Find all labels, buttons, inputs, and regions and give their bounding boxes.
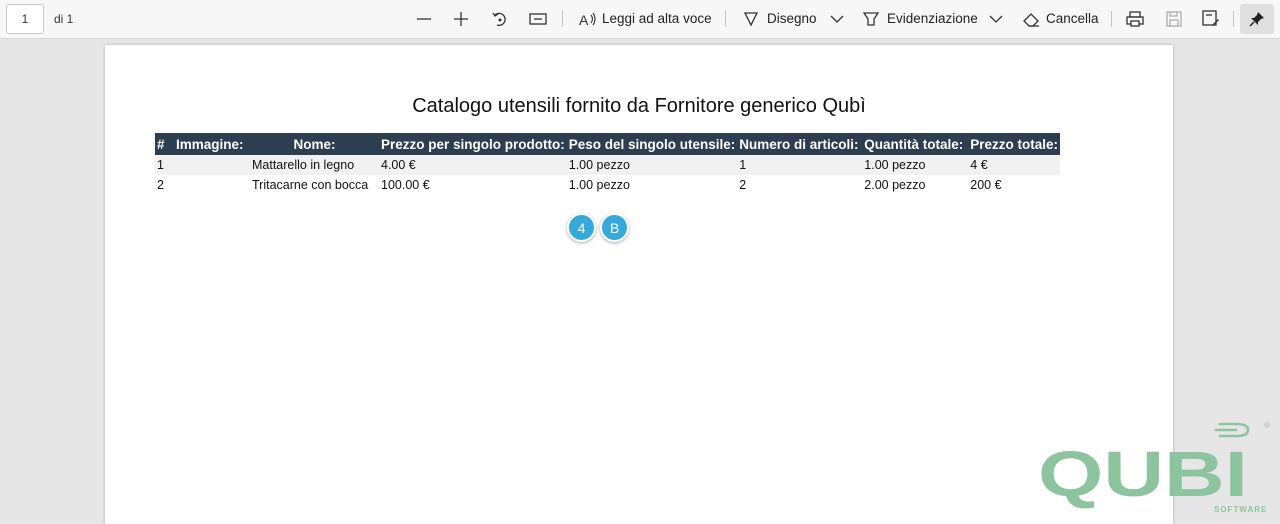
save-as-icon[interactable] bbox=[1200, 8, 1222, 30]
save-icon[interactable] bbox=[1163, 8, 1185, 30]
zoom-in-icon[interactable] bbox=[450, 8, 472, 30]
toolbar-divider bbox=[1111, 11, 1112, 27]
table-cell: 100.00 € bbox=[381, 178, 430, 192]
table-cell: 1.00 pezzo bbox=[566, 155, 738, 175]
rotate-icon[interactable] bbox=[489, 8, 511, 30]
table-cell bbox=[174, 175, 250, 195]
draw-icon[interactable] bbox=[740, 8, 762, 30]
print-icon[interactable] bbox=[1124, 8, 1146, 30]
toolbar-divider bbox=[1233, 11, 1234, 27]
table-cell: 2 bbox=[739, 178, 747, 192]
table-cell: 1 bbox=[155, 155, 174, 175]
column-header: Quantità totale: bbox=[862, 133, 969, 155]
document-title: Catalogo utensili fornito da Fornitore g… bbox=[412, 95, 866, 117]
column-header: Prezzo totale: bbox=[968, 133, 1061, 155]
table-cell: 4.00 € bbox=[379, 155, 567, 175]
table-cell: 4 € bbox=[968, 155, 1061, 175]
draw-button[interactable]: Disegno bbox=[767, 11, 817, 26]
toolbar-divider bbox=[562, 11, 563, 27]
zoom-out-icon[interactable] bbox=[413, 8, 435, 30]
column-header: Numero di articoli: bbox=[737, 133, 863, 155]
table-cell: 1 bbox=[737, 155, 863, 175]
highlight-button[interactable]: Evidenziazione bbox=[887, 11, 978, 26]
logo-wordmark: QUBI bbox=[1038, 438, 1248, 510]
registered-mark: ® bbox=[1264, 421, 1270, 430]
pin-icon bbox=[1249, 12, 1264, 27]
table-row: 2 Tritacarne con bocca 100.00 € 1.00 pez… bbox=[155, 175, 1060, 195]
table-cell: 2.00 pezzo bbox=[864, 178, 926, 192]
read-aloud-icon[interactable]: A bbox=[577, 8, 599, 30]
toolbar-divider bbox=[725, 11, 726, 27]
table-cell: 1.00 pezzo bbox=[568, 178, 630, 192]
table-row: 1 Mattarello in legno 4.00 € 1.00 pezzo … bbox=[155, 155, 1061, 175]
column-header: Immagine: bbox=[174, 133, 250, 155]
page-number-input[interactable] bbox=[6, 4, 44, 34]
catalog-table: # Immagine: Nome: Prezzo per singolo pro… bbox=[155, 133, 1061, 195]
table-header-row: # Immagine: Nome: Prezzo per singolo pro… bbox=[155, 133, 1061, 155]
read-aloud-button[interactable]: Leggi ad alta voce bbox=[602, 11, 712, 26]
chevron-down-icon[interactable] bbox=[985, 8, 1007, 30]
fit-page-icon[interactable] bbox=[527, 8, 549, 30]
page-count: di 1 bbox=[54, 12, 74, 26]
table-cell: 200 € bbox=[970, 178, 1002, 192]
pdf-page: Catalogo utensili fornito da Fornitore g… bbox=[105, 45, 1173, 524]
chevron-down-icon[interactable] bbox=[826, 8, 848, 30]
erase-button[interactable]: Cancella bbox=[1046, 11, 1099, 26]
table-cell: Tritacarne con bocca bbox=[252, 178, 369, 192]
table-cell bbox=[174, 155, 250, 175]
pin-toolbar-button[interactable] bbox=[1240, 4, 1274, 34]
eraser-icon[interactable] bbox=[1020, 8, 1042, 30]
pdf-toolbar: di 1 A Leggi ad alta voce Disegno Eviden… bbox=[0, 0, 1280, 39]
badge-4[interactable]: 4 bbox=[567, 213, 596, 242]
column-header: Prezzo per singolo prodotto: bbox=[379, 133, 567, 155]
logo-tagline: SOFTWARE bbox=[1214, 505, 1267, 514]
column-header: # bbox=[155, 133, 174, 155]
qubi-logo: ® QUBI SOFTWARE bbox=[1036, 418, 1276, 518]
table-cell: Mattarello in legno bbox=[250, 155, 379, 175]
column-header: Peso del singolo utensile: bbox=[566, 133, 738, 155]
highlight-icon[interactable] bbox=[860, 8, 882, 30]
svg-text:A: A bbox=[579, 12, 589, 28]
table-cell: 1.00 pezzo bbox=[862, 155, 969, 175]
badge-b[interactable]: B bbox=[600, 213, 629, 242]
column-header: Nome: bbox=[250, 133, 379, 155]
table-cell: 2 bbox=[157, 178, 164, 192]
